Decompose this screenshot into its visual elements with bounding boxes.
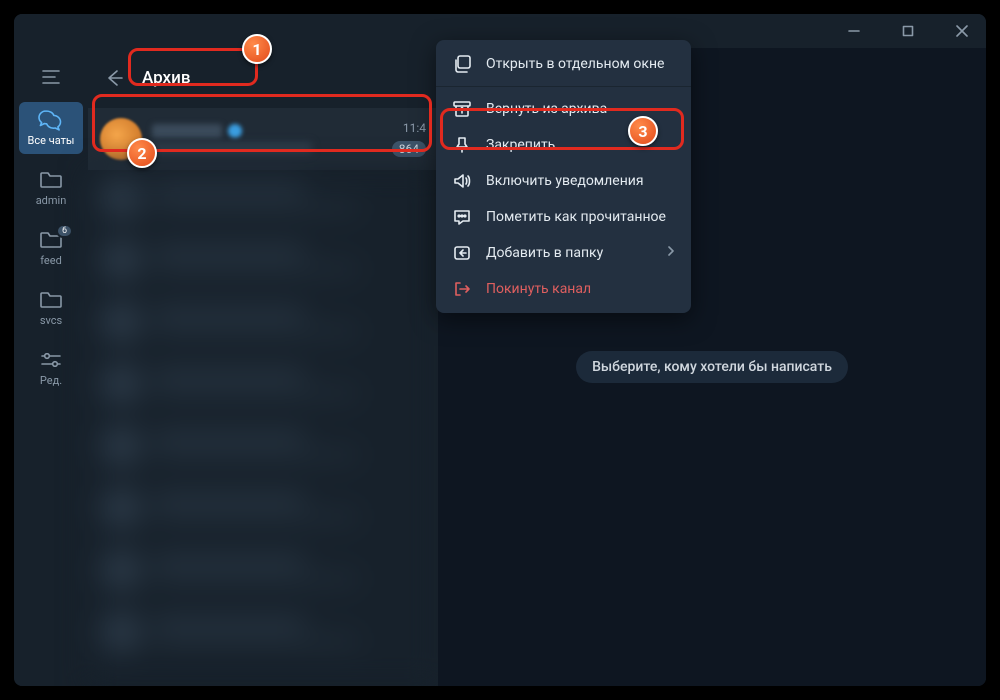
window-maximize-button[interactable] [890, 16, 926, 46]
back-button[interactable] [98, 62, 130, 94]
avatar [100, 118, 142, 160]
chevron-right-icon [667, 245, 675, 261]
context-menu: Открыть в отдельном окне Вернуть из архи… [436, 40, 691, 313]
sidebar-item-label: Ред. [40, 374, 62, 387]
folder-badge: 6 [56, 224, 73, 238]
pin-icon [452, 135, 472, 155]
menu-leave-channel[interactable]: Покинуть канал [436, 271, 691, 307]
menu-add-folder[interactable]: Добавить в папку [436, 235, 691, 271]
unarchive-icon [452, 99, 472, 119]
menu-pin[interactable]: Закрепить [436, 127, 691, 163]
menu-label: Добавить в папку [486, 245, 603, 261]
chat-text [152, 124, 382, 154]
chat-list-column: Архив 11:4 864 [88, 48, 438, 686]
speaker-icon [452, 171, 472, 191]
chat-preview-blurred [152, 142, 312, 154]
menu-notifications[interactable]: Включить уведомления [436, 163, 691, 199]
window-close-button[interactable] [944, 16, 980, 46]
sidebar-item-label: feed [40, 254, 62, 267]
menu-mark-read[interactable]: Пометить как прочитанное [436, 199, 691, 235]
sidebar-item-feed[interactable]: 6 feed [19, 222, 83, 274]
sidebar-item-all-chats[interactable]: Все чаты [19, 102, 83, 154]
menu-open-new-window[interactable]: Открыть в отдельном окне [436, 46, 691, 82]
menu-label: Закрепить [486, 137, 555, 153]
sidebar-item-label: admin [36, 194, 67, 207]
unread-badge: 864 [392, 141, 426, 157]
blurred-chat-list [88, 170, 438, 686]
sliders-icon [38, 349, 64, 371]
chat-meta: 11:4 864 [392, 121, 426, 157]
chat-name-blurred [152, 124, 222, 138]
chat-time: 11:4 [403, 121, 426, 135]
chats-icon [38, 109, 64, 131]
hamburger-menu-button[interactable] [30, 60, 72, 94]
sidebar-item-admin[interactable]: admin [19, 162, 83, 214]
chat-item[interactable]: 11:4 864 [88, 108, 438, 170]
new-window-icon [452, 54, 472, 74]
menu-label: Включить уведомления [486, 173, 644, 189]
folder-icon [38, 169, 64, 191]
add-folder-icon [452, 243, 472, 263]
sidebar-item-edit[interactable]: Ред. [19, 342, 83, 394]
leave-icon [452, 279, 472, 299]
chat-bubble-icon [452, 207, 472, 227]
menu-separator [436, 86, 691, 87]
empty-placeholder: Выберите, кому хотели бы написать [576, 351, 848, 383]
archive-header: Архив [88, 48, 438, 108]
sidebar-item-label: Все чаты [28, 134, 75, 147]
folder-icon [38, 289, 64, 311]
sidebar-item-svcs[interactable]: svcs [19, 282, 83, 334]
menu-unarchive[interactable]: Вернуть из архива [436, 91, 691, 127]
menu-label: Покинуть канал [486, 281, 591, 297]
window-minimize-button[interactable] [836, 16, 872, 46]
menu-label: Вернуть из архива [486, 101, 607, 117]
menu-label: Открыть в отдельном окне [486, 56, 664, 72]
menu-label: Пометить как прочитанное [486, 209, 666, 225]
sidebar: Все чаты admin 6 feed svcs [14, 48, 88, 686]
sidebar-item-label: svcs [40, 314, 62, 327]
archive-title: Архив [142, 68, 190, 88]
verified-icon [228, 124, 242, 138]
